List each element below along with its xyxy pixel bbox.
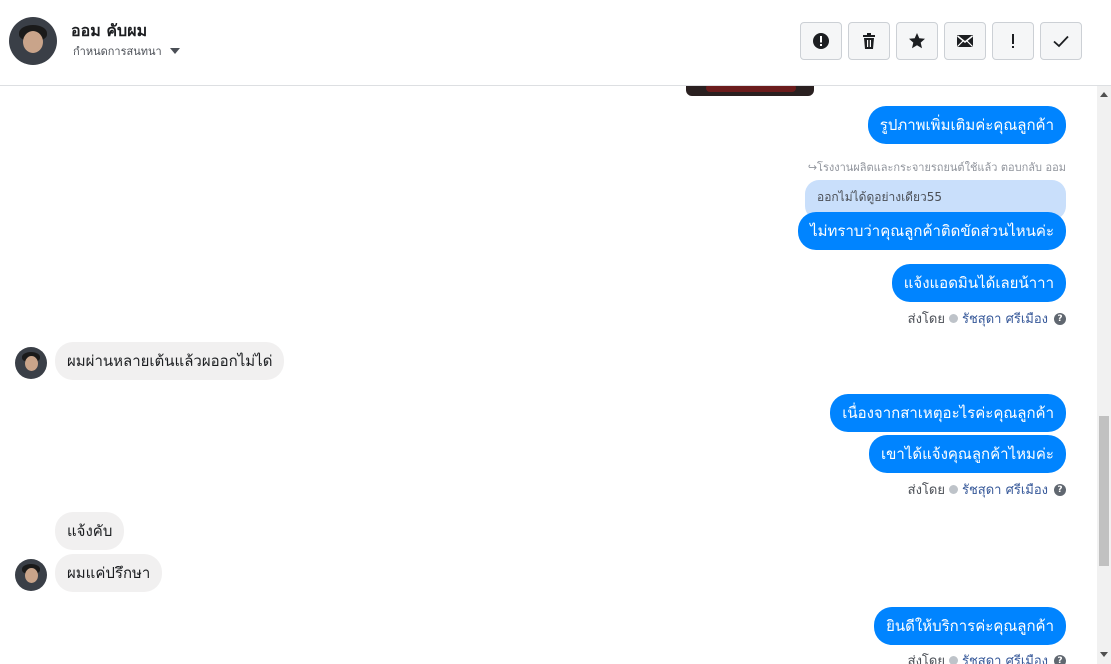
star-icon — [909, 33, 925, 49]
sent-by-label: ส่งโดย รัชสุดา ศรีเมือง ? — [908, 650, 1066, 664]
delete-button[interactable] — [848, 22, 890, 60]
envelope-icon — [957, 35, 973, 47]
conversation-header: ออม คับผม กำหนดการสนทนา — [0, 0, 1111, 86]
help-icon[interactable]: ? — [1054, 483, 1066, 496]
sent-by-prefix: ส่งโดย — [907, 654, 945, 664]
message-bubble-incoming[interactable]: ผมแค่ปรึกษา — [55, 554, 163, 592]
schedule-label: กำหนดการสนทนา — [73, 45, 162, 58]
message-bubble-outgoing[interactable]: เนื่องจากสาเหตุอะไรค่ะคุณลูกค้า — [830, 394, 1066, 432]
message-thread[interactable]: รูปภาพเพิ่มเติมค่ะคุณลูกค้า ↪โรงงานผลิตแ… — [0, 86, 1097, 664]
vertical-scrollbar[interactable] — [1097, 86, 1111, 664]
help-icon[interactable]: ? — [1054, 312, 1066, 325]
help-icon[interactable]: ? — [1054, 654, 1066, 664]
message-bubble-incoming[interactable]: แจ้งคับ — [55, 512, 125, 550]
message-bubble-incoming[interactable]: ผมผ่านหลายเต้นแล้วผออกไม่ได่ — [55, 342, 285, 380]
agent-status-icon — [948, 656, 958, 664]
sent-by-prefix: ส่งโดย — [907, 483, 945, 498]
follow-up-button[interactable] — [992, 22, 1034, 60]
agent-status-icon — [948, 485, 958, 494]
conversation-schedule-dropdown[interactable]: กำหนดการสนทนา — [73, 42, 180, 60]
trash-icon — [863, 33, 875, 49]
contact-avatar[interactable] — [9, 17, 57, 65]
check-icon — [1053, 35, 1069, 48]
sent-by-prefix: ส่งโดย — [907, 312, 945, 327]
message-bubble-outgoing[interactable]: ไม่ทราบว่าคุณลูกค้าติดขัดส่วนไหนค่ะ — [798, 212, 1066, 250]
agent-status-icon — [948, 314, 958, 323]
conversation-toolbar — [800, 22, 1082, 60]
scrollbar-thumb[interactable] — [1099, 416, 1109, 566]
message-bubble-outgoing[interactable]: เขาได้แจ้งคุณลูกค้าไหมค่ะ — [869, 435, 1066, 473]
message-bubble-outgoing[interactable]: แจ้งแอดมินได้เลยน้าาา — [891, 264, 1066, 302]
spam-button[interactable] — [800, 22, 842, 60]
sender-avatar[interactable] — [15, 347, 47, 379]
sent-by-agent[interactable]: รัชสุดา ศรีเมือง — [962, 308, 1048, 329]
reply-context-note: ↪โรงงานผลิตและกระจายรถยนต์ใช้แล้ว ตอบกลั… — [807, 161, 1066, 174]
caret-down-icon — [169, 48, 180, 54]
message-bubble-outgoing[interactable]: ยินดีให้บริการค่ะคุณลูกค้า — [874, 607, 1066, 645]
image-attachment[interactable] — [686, 86, 814, 96]
mark-done-button[interactable] — [1040, 22, 1082, 60]
star-button[interactable] — [896, 22, 938, 60]
sent-by-label: ส่งโดย รัชสุดา ศรีเมือง ? — [908, 308, 1066, 329]
contact-name[interactable]: ออม คับผม — [71, 19, 147, 44]
message-bubble-outgoing[interactable]: รูปภาพเพิ่มเติมค่ะคุณลูกค้า — [867, 106, 1066, 144]
sent-by-label: ส่งโดย รัชสุดา ศรีเมือง ? — [908, 479, 1066, 500]
sent-by-agent[interactable]: รัชสุดา ศรีเมือง — [962, 479, 1048, 500]
sent-by-agent[interactable]: รัชสุดา ศรีเมือง — [962, 650, 1048, 664]
scroll-down-arrow-icon[interactable] — [1100, 652, 1108, 657]
exclamation-icon — [1012, 34, 1014, 48]
scroll-up-arrow-icon[interactable] — [1100, 92, 1108, 97]
sender-avatar[interactable] — [15, 559, 47, 591]
alert-circle-icon — [813, 33, 829, 49]
mark-unread-button[interactable] — [944, 22, 986, 60]
